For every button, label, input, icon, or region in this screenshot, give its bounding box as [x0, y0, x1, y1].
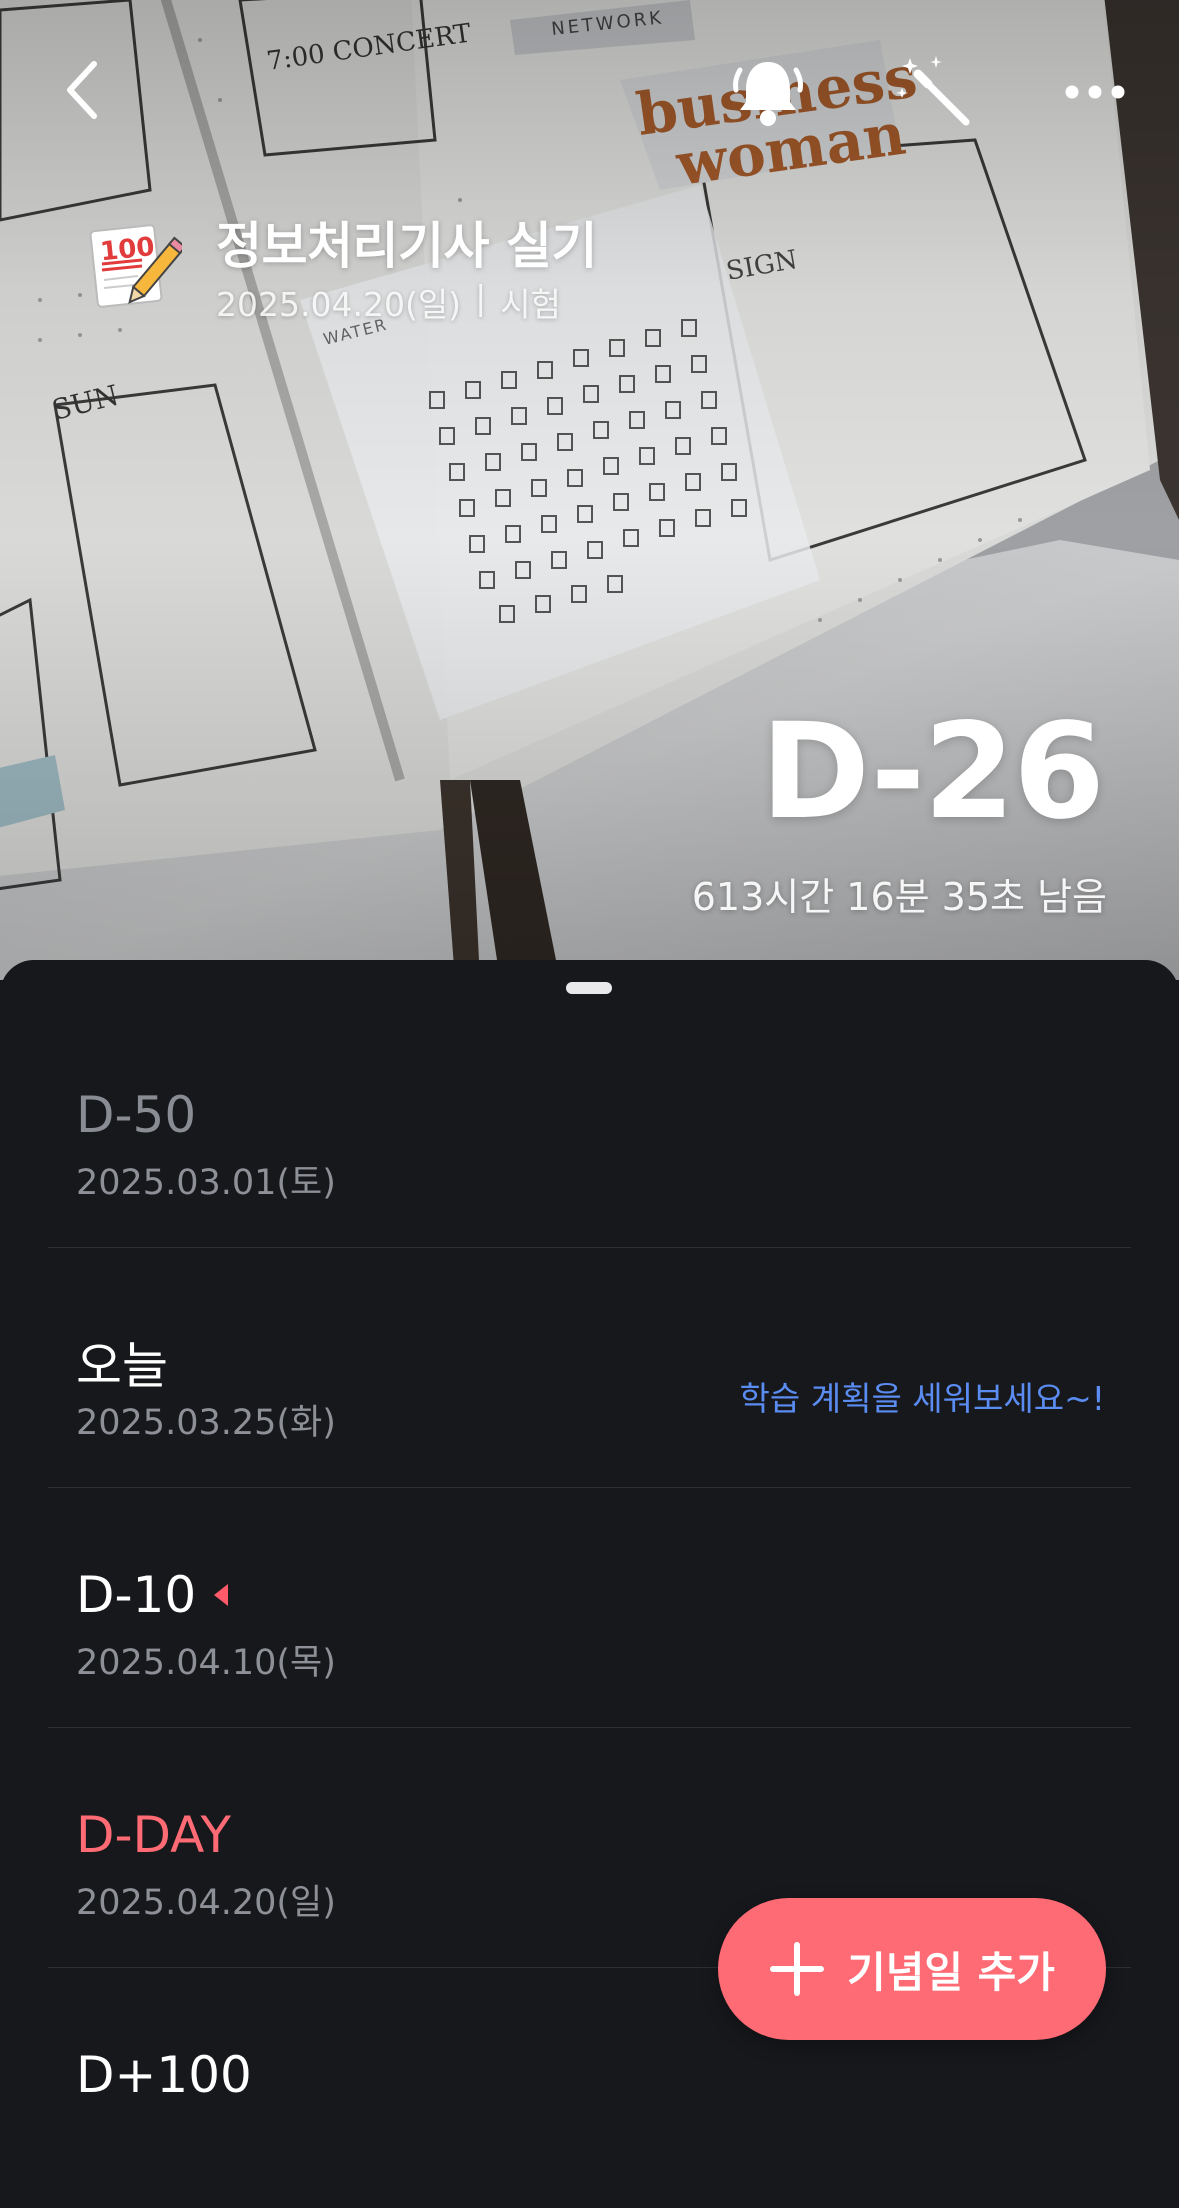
study-plan-link[interactable]: 학습 계획을 세워보세요~!	[740, 1372, 1105, 1420]
current-position-marker-icon	[214, 1584, 229, 1606]
remaining-time: 613시간 16분 35초 남음	[691, 875, 1107, 919]
event-date: 2025.04.20(일)	[216, 285, 462, 324]
milestone-date: 2025.03.25(화)	[76, 1403, 336, 1443]
event-category: 시험	[500, 285, 561, 324]
milestone-row-d-10[interactable]: D-10 2025.04.10(목)	[48, 1488, 1131, 1728]
milestone-date: 2025.04.20(일)	[76, 1883, 336, 1923]
event-meta: 2025.04.20(일) | 시험	[216, 278, 561, 326]
add-anniversary-button[interactable]: 기념일 추가	[718, 1898, 1106, 2040]
milestone-row-d-50[interactable]: D-50 2025.03.01(토)	[48, 1008, 1131, 1248]
event-title: 정보처리기사 실기	[216, 217, 597, 275]
100-points-memo-icon: 100	[86, 218, 187, 314]
meta-separator: |	[475, 278, 487, 317]
back-button[interactable]	[52, 50, 112, 130]
milestone-date: 2025.03.01(토)	[76, 1163, 336, 1203]
magic-wand-icon	[896, 56, 970, 126]
plus-icon	[770, 1942, 825, 1996]
milestone-label-group: D-10	[76, 1566, 229, 1624]
bell-icon	[733, 62, 803, 126]
milestone-label: D-10	[76, 1566, 197, 1624]
milestone-label: D-50	[76, 1086, 197, 1144]
magic-wand-button[interactable]	[896, 52, 976, 132]
dday-counter: D-26	[760, 695, 1105, 849]
milestone-label: 오늘	[76, 1337, 168, 1395]
chevron-left-icon	[67, 61, 97, 119]
milestone-label: D+100	[76, 2046, 252, 2104]
more-horizontal-icon	[1065, 85, 1125, 99]
alarm-button[interactable]	[726, 48, 810, 132]
milestone-row-today[interactable]: 오늘 2025.03.25(화) 학습 계획을 세워보세요~!	[48, 1248, 1131, 1488]
add-anniversary-label: 기념일 추가	[847, 1947, 1055, 1997]
more-button[interactable]	[1060, 70, 1130, 114]
milestone-label: D-DAY	[76, 1806, 232, 1864]
milestone-date: 2025.04.10(목)	[76, 1643, 336, 1683]
sheet-drag-handle[interactable]	[566, 982, 612, 994]
